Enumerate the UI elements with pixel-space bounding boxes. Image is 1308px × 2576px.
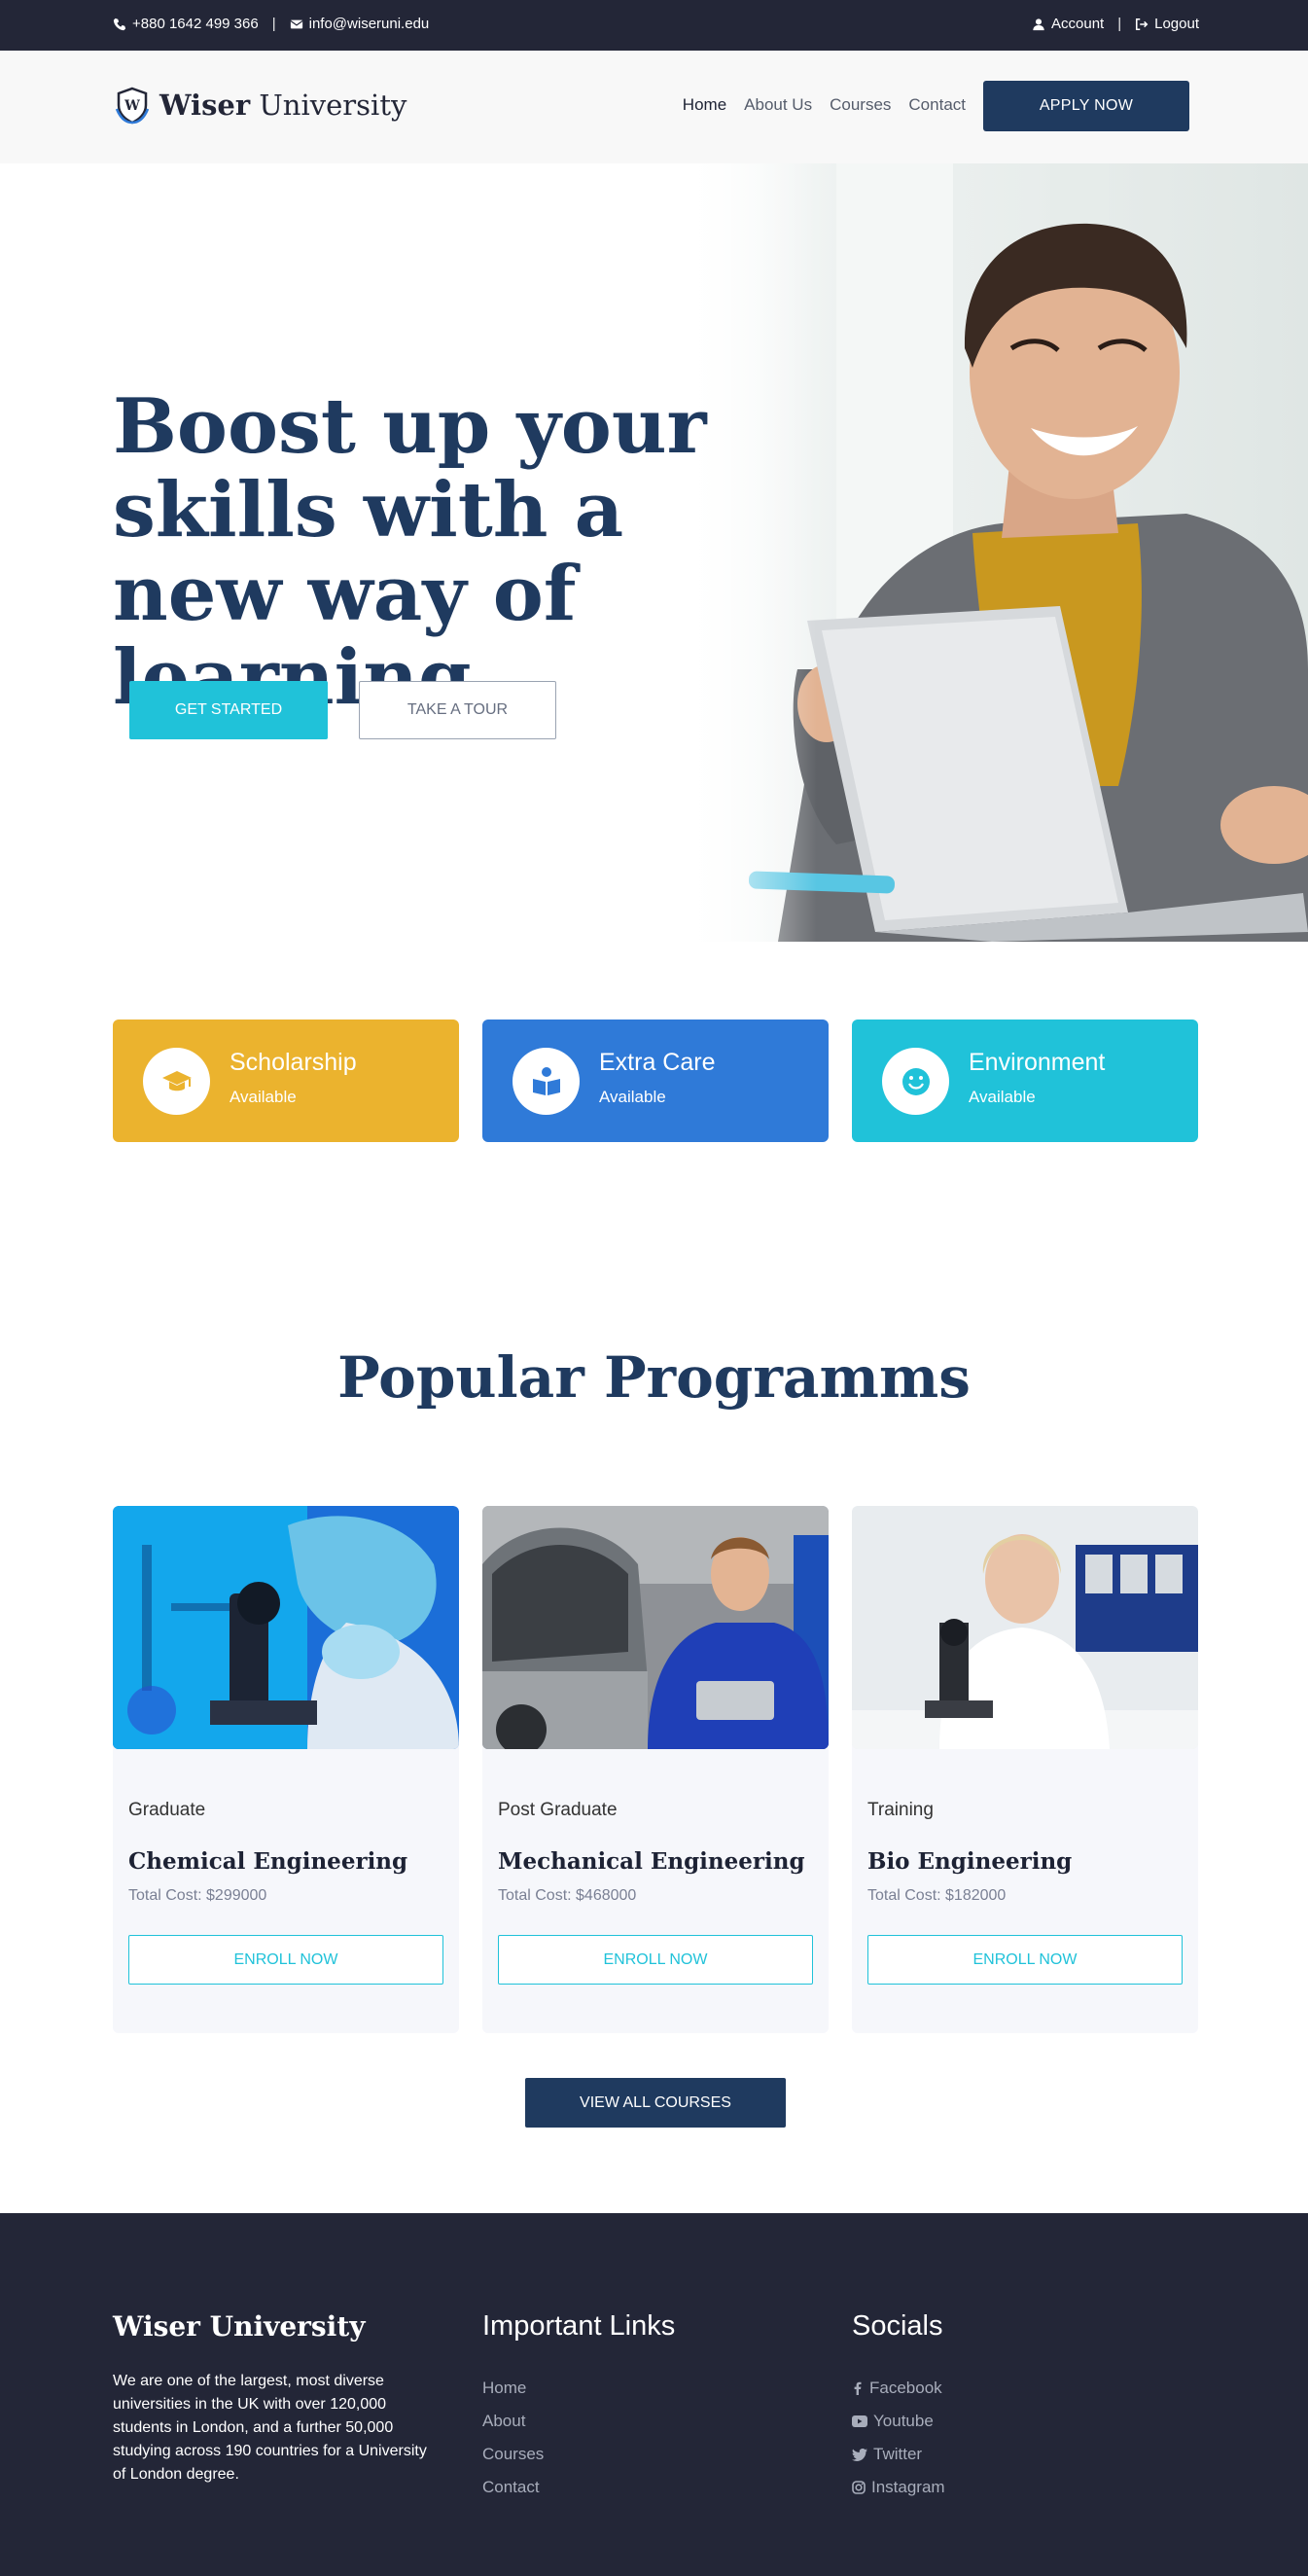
important-links-list: Home About Courses Contact <box>482 2372 544 2504</box>
mechanic-photo <box>482 1506 829 1749</box>
feature-subtitle: Available <box>599 1088 666 1106</box>
program-level: Training <box>867 1800 934 1820</box>
phone-link[interactable]: +880 1642 499 366 <box>113 16 259 32</box>
footer-link-courses[interactable]: Courses <box>482 2438 544 2471</box>
social-youtube[interactable]: Youtube <box>852 2405 945 2438</box>
account-link[interactable]: Account <box>1032 16 1104 32</box>
footer-link-contact[interactable]: Contact <box>482 2471 544 2504</box>
footer-brand: Wiser University <box>113 2310 366 2343</box>
program-card-mechanical: Post Graduate Mechanical Engineering Tot… <box>482 1506 829 2033</box>
topbar-separator: | <box>271 16 276 32</box>
svg-text:W: W <box>124 98 140 114</box>
site-logo[interactable]: W Wiser University <box>113 86 407 125</box>
hero-section: Boost up your skills with a new way of l… <box>0 163 1308 942</box>
topbar-separator-2: | <box>1117 16 1122 32</box>
feature-title: Environment <box>969 1049 1106 1076</box>
lab-scientist-photo <box>113 1506 459 1749</box>
program-card-chemical: Graduate Chemical Engineering Total Cost… <box>113 1506 459 2033</box>
program-title[interactable]: Bio Engineering <box>867 1848 1072 1875</box>
logo-text: Wiser University <box>159 89 407 122</box>
feature-icon-circle <box>513 1048 580 1115</box>
social-label: Twitter <box>873 2445 923 2463</box>
enroll-now-button[interactable]: ENROLL NOW <box>128 1935 443 1985</box>
phone-number: +880 1642 499 366 <box>132 16 259 32</box>
user-icon <box>1033 18 1044 30</box>
get-started-button[interactable]: GET STARTED <box>129 681 328 739</box>
footer-link-home[interactable]: Home <box>482 2372 544 2405</box>
socials-list: Facebook Youtube Twitter Instagram <box>852 2372 945 2504</box>
sign-out-icon <box>1136 18 1149 30</box>
envelope-icon <box>290 19 303 28</box>
important-links-title: Important Links <box>482 2310 676 2342</box>
social-label: Facebook <box>869 2379 942 2397</box>
program-cost: Total Cost: $182000 <box>867 1887 1007 1904</box>
footer-about-text: We are one of the largest, most diverse … <box>113 2373 427 2483</box>
feature-icon-circle <box>882 1048 949 1115</box>
logout-link[interactable]: Logout <box>1135 16 1199 32</box>
feature-icon-circle <box>143 1048 210 1115</box>
program-level: Post Graduate <box>498 1800 618 1820</box>
enroll-now-button[interactable]: ENROLL NOW <box>498 1935 813 1985</box>
logout-label: Logout <box>1154 16 1199 32</box>
feature-card-scholarship[interactable]: Scholarship Available <box>113 1020 459 1142</box>
contact-info: +880 1642 499 366 | info@wiseruni.edu <box>113 16 429 32</box>
social-label: Instagram <box>871 2478 945 2496</box>
social-twitter[interactable]: Twitter <box>852 2438 945 2471</box>
take-a-tour-button[interactable]: TAKE A TOUR <box>359 681 556 739</box>
hero-headline: Boost up your skills with a new way of l… <box>113 382 707 722</box>
social-label: Youtube <box>873 2412 934 2430</box>
researcher-microscope-photo <box>852 1506 1198 1749</box>
enroll-now-button[interactable]: ENROLL NOW <box>867 1935 1183 1985</box>
nav-about-us[interactable]: About Us <box>744 95 812 115</box>
nav-courses[interactable]: Courses <box>830 95 891 115</box>
account-label: Account <box>1051 16 1105 32</box>
program-title[interactable]: Chemical Engineering <box>128 1848 407 1875</box>
twitter-icon <box>852 2448 867 2461</box>
program-title[interactable]: Mechanical Engineering <box>498 1848 805 1875</box>
email-address: info@wiseruni.edu <box>308 16 430 32</box>
top-bar: +880 1642 499 366 | info@wiseruni.edu Ac… <box>0 0 1308 51</box>
main-nav: Home About Us Courses Contact <box>683 95 966 115</box>
program-card-bio: Training Bio Engineering Total Cost: $18… <box>852 1506 1198 2033</box>
facebook-icon <box>854 2381 862 2395</box>
site-header: W Wiser University Home About Us Courses… <box>0 51 1308 163</box>
instagram-icon <box>852 2481 866 2494</box>
book-reader-icon <box>532 1066 560 1095</box>
youtube-icon <box>852 2415 867 2427</box>
feature-card-extra-care[interactable]: Extra Care Available <box>482 1020 829 1142</box>
apply-now-button[interactable]: APPLY NOW <box>983 81 1189 131</box>
feature-subtitle: Available <box>230 1088 297 1106</box>
feature-subtitle: Available <box>969 1088 1036 1106</box>
shield-logo-icon: W <box>115 87 150 125</box>
nav-contact[interactable]: Contact <box>908 95 966 115</box>
feature-card-environment[interactable]: Environment Available <box>852 1020 1198 1142</box>
view-all-courses-button[interactable]: VIEW ALL COURSES <box>525 2078 786 2128</box>
smile-icon <box>901 1067 930 1095</box>
programs-section-title: Popular Programms <box>337 1344 971 1411</box>
social-facebook[interactable]: Facebook <box>852 2372 945 2405</box>
graduation-cap-icon <box>161 1070 192 1091</box>
site-footer: Wiser University We are one of the large… <box>0 2213 1308 2576</box>
email-link[interactable]: info@wiseruni.edu <box>290 16 430 32</box>
feature-title: Extra Care <box>599 1049 716 1076</box>
program-cost: Total Cost: $299000 <box>128 1887 267 1904</box>
socials-title: Socials <box>852 2310 943 2342</box>
social-instagram[interactable]: Instagram <box>852 2471 945 2504</box>
program-level: Graduate <box>128 1800 206 1820</box>
program-cost: Total Cost: $468000 <box>498 1887 637 1904</box>
feature-title: Scholarship <box>230 1049 357 1076</box>
account-links: Account | Logout <box>1032 16 1199 32</box>
phone-icon <box>113 18 126 30</box>
nav-home[interactable]: Home <box>683 95 726 115</box>
footer-link-about[interactable]: About <box>482 2405 544 2438</box>
